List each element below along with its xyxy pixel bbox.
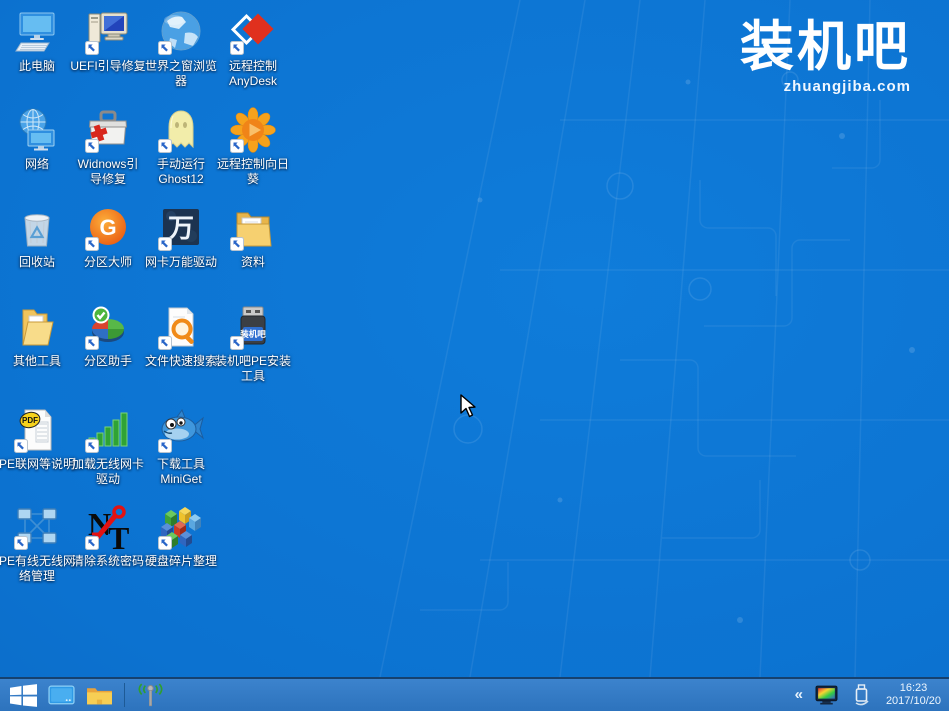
usb-eject-tray-icon[interactable] <box>849 680 875 710</box>
recycle-bin-icon <box>13 204 61 252</box>
wan-driver-icon: 万 <box>157 204 205 252</box>
taskbar: « <box>0 677 949 711</box>
desktop-icon-label: 硬盘碎片整理 <box>136 554 226 569</box>
shortcut-arrow-badge <box>158 439 172 453</box>
svg-text:PDF: PDF <box>22 416 38 425</box>
shortcut-arrow-badge <box>14 439 28 453</box>
signal-bars-icon <box>84 406 132 454</box>
partition-pie-icon <box>84 303 132 351</box>
shortcut-arrow-badge <box>14 536 28 550</box>
repair-toolbox-icon <box>84 106 132 154</box>
network-topology-icon <box>13 503 61 551</box>
sunflower-icon <box>229 106 277 154</box>
fish-icon <box>157 406 205 454</box>
wireless-antenna-button[interactable] <box>131 680 169 710</box>
diskgenius-icon: G <box>84 204 132 252</box>
network-icon <box>13 106 61 154</box>
brand-title: 装机吧 <box>740 18 911 76</box>
system-tray: « <box>793 680 941 710</box>
desktop-icon-miniget-downloader[interactable]: 下载工具 MiniGet <box>136 406 226 487</box>
desktop-icon-disk-defrag[interactable]: 硬盘碎片整理 <box>136 503 226 569</box>
desktop-icon-data-folder[interactable]: 资料 <box>208 204 298 270</box>
file-search-icon <box>157 303 205 351</box>
shortcut-arrow-badge <box>230 41 244 55</box>
shortcut-arrow-badge <box>85 336 99 350</box>
shortcut-arrow-badge <box>158 336 172 350</box>
shortcut-arrow-badge <box>158 41 172 55</box>
desktop-icon-anydesk-remote[interactable]: 远程控制 AnyDesk <box>208 8 298 89</box>
desktop-icon-sunflower-remote[interactable]: 远程控制向日 葵 <box>208 106 298 187</box>
open-folder-icon <box>13 303 61 351</box>
start-button[interactable] <box>4 680 42 710</box>
file-explorer-button[interactable] <box>80 680 118 710</box>
brand-logo: 装机吧 zhuangjiba.com <box>740 18 911 95</box>
show-desktop-button[interactable] <box>42 680 80 710</box>
color-monitor-icon <box>815 685 838 706</box>
desktop-icon-label: 资料 <box>208 255 298 270</box>
usb-plug-icon <box>852 684 872 706</box>
usb-drive-icon: 装机吧 <box>229 303 277 351</box>
shortcut-arrow-badge <box>85 536 99 550</box>
defrag-blocks-icon <box>157 503 205 551</box>
brand-domain: zhuangjiba.com <box>740 78 911 95</box>
screen: 装机吧 zhuangjiba.com 此电脑 <box>0 0 949 711</box>
desktop-icon-label: 装机吧PE安装 工具 <box>208 354 298 384</box>
shortcut-arrow-badge <box>230 237 244 251</box>
nt-password-key-icon: N T <box>84 503 132 551</box>
folder-icon <box>229 204 277 252</box>
pdf-document-icon: PDF <box>13 406 61 454</box>
desktop-monitor-icon <box>48 684 75 707</box>
display-settings-tray-icon[interactable] <box>814 680 840 710</box>
desktop-icon-label: 下载工具 MiniGet <box>136 457 226 487</box>
antenna-icon <box>137 683 164 708</box>
svg-text:T: T <box>108 520 129 551</box>
shortcut-arrow-badge <box>158 139 172 153</box>
windows-logo-icon <box>10 684 37 707</box>
shortcut-arrow-badge <box>85 139 99 153</box>
desktop-icon-label: 远程控制向日 葵 <box>208 157 298 187</box>
shortcut-arrow-badge <box>158 237 172 251</box>
svg-text:G: G <box>99 215 116 240</box>
uefi-boot-repair-icon <box>84 8 132 56</box>
desktop[interactable]: 装机吧 zhuangjiba.com 此电脑 <box>0 0 949 677</box>
ghost-icon <box>157 106 205 154</box>
folder-icon <box>86 684 113 707</box>
mouse-cursor <box>457 393 479 424</box>
shortcut-arrow-badge <box>230 336 244 350</box>
shortcut-arrow-badge <box>230 139 244 153</box>
desktop-icon-label: 远程控制 AnyDesk <box>208 59 298 89</box>
shortcut-arrow-badge <box>158 536 172 550</box>
taskbar-separator <box>124 683 125 707</box>
this-pc-icon <box>13 8 61 56</box>
clock-time: 16:23 <box>886 682 941 695</box>
desktop-icon-zhuangjiba-pe-installer[interactable]: 装机吧 装机吧PE安装 工具 <box>208 303 298 384</box>
globe-browser-icon <box>157 8 205 56</box>
taskbar-clock[interactable]: 16:23 2017/10/20 <box>884 682 941 708</box>
shortcut-arrow-badge <box>85 237 99 251</box>
tray-expand-chevron[interactable]: « <box>793 680 805 710</box>
anydesk-icon <box>229 8 277 56</box>
shortcut-arrow-badge <box>85 439 99 453</box>
shortcut-arrow-badge <box>85 41 99 55</box>
clock-date: 2017/10/20 <box>886 695 941 708</box>
